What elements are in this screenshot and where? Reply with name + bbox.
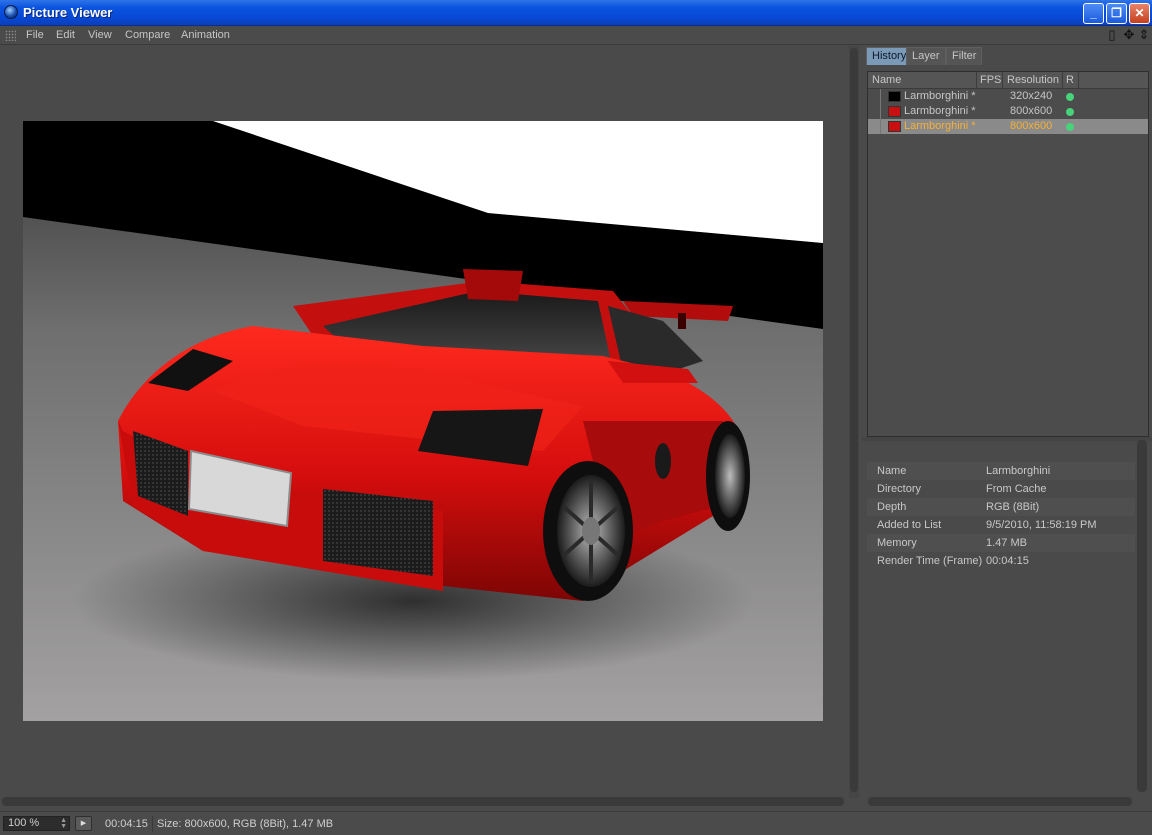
menu-edit[interactable]: Edit (56, 29, 75, 41)
info-key: Depth (877, 501, 907, 513)
info-value: 1.47 MB (986, 537, 1027, 549)
move-icon[interactable]: ✥ (1122, 28, 1136, 42)
status-divider (152, 816, 153, 832)
column-name[interactable]: Name (872, 74, 901, 86)
tab-layer[interactable]: Layer (906, 47, 946, 65)
menu-view[interactable]: View (88, 29, 112, 41)
info-row: Memory 1.47 MB (867, 534, 1135, 552)
column-separator (1002, 72, 1003, 89)
status-bar: 100 % ▲ ▼ ▶ 00:04:15 Size: 800x600, RGB (… (0, 811, 1152, 835)
history-row[interactable]: Larmborghini * 320x240 (868, 89, 1148, 104)
layout-toggle-icon[interactable]: ▯ (1105, 28, 1119, 42)
info-value: RGB (8Bit) (986, 501, 1040, 513)
rendered-image (23, 121, 823, 721)
status-render-time: 00:04:15 (105, 818, 148, 830)
viewport-horizontal-scrollbar[interactable] (2, 797, 844, 806)
info-row: Depth RGB (8Bit) (867, 498, 1135, 516)
spinner-arrows-icon[interactable]: ▲ ▼ (60, 817, 67, 830)
thumbnail-image (888, 91, 901, 102)
history-item-resolution: 800x600 (1010, 120, 1053, 132)
info-value: 9/5/2010, 11:58:19 PM (986, 519, 1097, 531)
info-row: Render Time (Frame) 00:04:15 (867, 552, 1135, 570)
info-key: Name (877, 465, 907, 477)
column-rendered[interactable]: R (1066, 74, 1074, 86)
minimize-button[interactable]: _ (1083, 3, 1104, 24)
menu-animation[interactable]: Animation (181, 29, 230, 41)
tree-line (880, 104, 881, 119)
history-row[interactable]: Larmborghini * 800x600 (868, 104, 1148, 119)
info-value: 00:04:15 (986, 555, 1029, 567)
history-list: Name FPS Resolution R Larmborghini * 320… (867, 71, 1149, 437)
render-status-icon (1066, 93, 1074, 101)
info-key: Added to List (877, 519, 942, 531)
history-header: Name FPS Resolution R (868, 72, 1148, 89)
panel-splitter[interactable] (862, 437, 1152, 441)
close-button[interactable]: ✕ (1129, 3, 1150, 24)
window-title: Picture Viewer (23, 5, 113, 20)
info-key: Directory (877, 483, 922, 495)
history-item-name: Larmborghini * (904, 105, 976, 117)
info-key: Memory (877, 537, 917, 549)
tree-line (880, 89, 881, 104)
app-icon (4, 5, 18, 19)
menu-file[interactable]: File (26, 29, 44, 41)
info-row: Added to List 9/5/2010, 11:58:19 PM (867, 516, 1135, 534)
info-row: Directory From Cache (867, 480, 1135, 498)
history-item-resolution: 800x600 (1010, 105, 1053, 117)
play-button[interactable]: ▶ (75, 816, 92, 831)
column-separator (1062, 72, 1063, 89)
history-item-name: Larmborghini * (904, 90, 976, 102)
tree-line (880, 119, 881, 134)
thumbnail-image (888, 121, 901, 132)
info-panel: Name Larmborghini Directory From Cache D… (867, 460, 1135, 796)
info-value: Larmborghini (986, 465, 1051, 477)
info-vertical-scrollbar[interactable] (1137, 440, 1147, 792)
zoom-value: 100 % (8, 817, 40, 829)
zoom-input[interactable]: 100 % ▲ ▼ (3, 816, 70, 831)
info-key: Render Time (Frame) (877, 555, 983, 567)
info-value: From Cache (986, 483, 1047, 495)
status-image-info: Size: 800x600, RGB (8Bit), 1.47 MB (157, 818, 334, 830)
history-row-selected[interactable]: Larmborghini * 800x600 (868, 119, 1148, 134)
render-status-icon (1066, 108, 1074, 116)
restore-button[interactable]: ❐ (1106, 3, 1127, 24)
render-status-icon (1066, 123, 1074, 131)
history-item-resolution: 320x240 (1010, 90, 1053, 102)
menu-bar: File Edit View Compare Animation ▯ ✥ ⇕ (0, 26, 1152, 45)
column-fps[interactable]: FPS (980, 74, 1001, 86)
menu-compare[interactable]: Compare (125, 29, 170, 41)
grip-icon[interactable] (5, 30, 16, 41)
info-horizontal-scrollbar[interactable] (868, 797, 1132, 806)
thumbnail-image (888, 106, 901, 117)
scrollbar-thumb[interactable] (850, 48, 858, 792)
title-bar: Picture Viewer _ ❐ ✕ (0, 0, 1152, 26)
viewport-vertical-scrollbar[interactable] (849, 46, 859, 798)
info-row: Name Larmborghini (867, 462, 1135, 480)
history-item-name: Larmborghini * (904, 120, 976, 132)
column-separator (976, 72, 977, 89)
column-resolution[interactable]: Resolution (1007, 74, 1059, 86)
image-viewport[interactable] (0, 46, 848, 798)
column-separator (1078, 72, 1079, 89)
tab-filter[interactable]: Filter (946, 47, 983, 65)
scroll-arrows-icon[interactable]: ⇕ (1137, 28, 1151, 42)
